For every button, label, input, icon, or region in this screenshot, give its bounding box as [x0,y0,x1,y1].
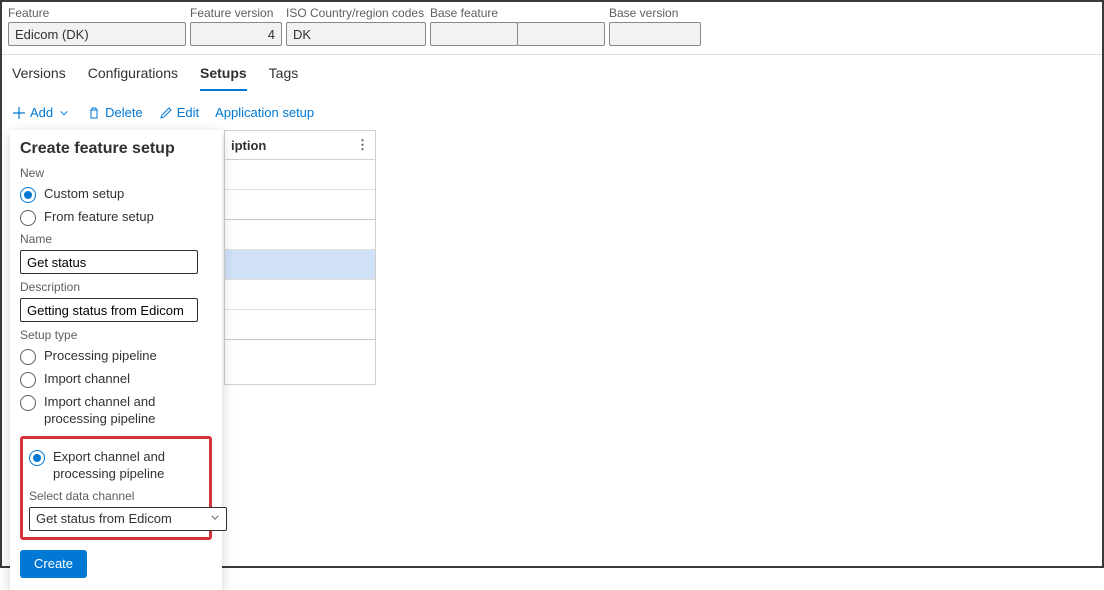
description-label: Description [20,280,212,294]
name-label: Name [20,232,212,246]
create-button[interactable]: Create [20,550,87,578]
column-menu-icon[interactable]: ⋮ [356,137,369,153]
table-row[interactable] [225,340,375,384]
field-feature: Feature [8,6,186,46]
grid-header-label: iption [231,138,266,153]
radio-label: Import channel and processing pipeline [44,394,212,428]
tabs: Versions Configurations Setups Tags [2,55,1102,91]
radio-label: Import channel [44,371,130,388]
add-label: Add [30,105,53,120]
name-input[interactable] [20,250,198,274]
field-label-base-version: Base version [609,6,701,20]
table-row[interactable] [225,250,375,280]
description-input[interactable] [20,298,198,322]
trash-icon [87,106,101,120]
tab-setups[interactable]: Setups [200,65,247,91]
radio-icon [20,395,36,411]
edit-button[interactable]: Edit [159,105,199,120]
base-version-input[interactable] [609,22,701,46]
feature-input[interactable] [8,22,186,46]
select-channel-label: Select data channel [29,489,203,503]
header-fields: Feature Feature version ISO Country/regi… [2,2,1102,55]
highlighted-section: Export channel and processing pipeline S… [20,436,212,540]
table-row[interactable] [225,310,375,340]
field-iso: ISO Country/region codes [286,6,426,46]
radio-custom-setup[interactable]: Custom setup [20,186,212,203]
chevron-down-icon [57,106,71,120]
radio-processing-pipeline[interactable]: Processing pipeline [20,348,212,365]
radio-from-feature-setup[interactable]: From feature setup [20,209,212,226]
field-base-version: Base version [609,6,701,46]
pencil-icon [159,106,173,120]
tab-tags[interactable]: Tags [269,65,299,91]
field-base-feature: Base feature [430,6,605,46]
field-label-feature: Feature [8,6,186,20]
grid-header: iption ⋮ [225,130,375,160]
application-setup-button[interactable]: Application setup [215,105,314,120]
edit-label: Edit [177,105,199,120]
tab-versions[interactable]: Versions [12,65,66,91]
radio-label: Processing pipeline [44,348,157,365]
radio-label: Custom setup [44,186,124,203]
plus-icon [12,106,26,120]
radio-label: Export channel and processing pipeline [53,449,203,483]
setup-type-label: Setup type [20,328,212,342]
tab-configurations[interactable]: Configurations [88,65,178,91]
select-value: Get status from Edicom [36,511,172,526]
new-label: New [20,166,212,180]
feature-version-input[interactable] [190,22,282,46]
delete-label: Delete [105,105,143,120]
field-label-version: Feature version [190,6,282,20]
chevron-down-icon [210,512,220,525]
radio-label: From feature setup [44,209,154,226]
radio-icon [20,187,36,203]
radio-icon [29,450,45,466]
field-label-base: Base feature [430,6,605,20]
table-row[interactable] [225,220,375,250]
application-setup-label: Application setup [215,105,314,120]
field-feature-version: Feature version [190,6,282,46]
radio-import-channel[interactable]: Import channel [20,371,212,388]
radio-icon [20,349,36,365]
grid: iption ⋮ [224,130,376,385]
table-row[interactable] [225,190,375,220]
create-feature-setup-flyout: Create feature setup New Custom setup Fr… [10,130,222,590]
delete-button[interactable]: Delete [87,105,143,120]
toolbar: Add Delete Edit Application setup [2,91,1102,130]
flyout-title: Create feature setup [20,140,212,158]
field-label-iso: ISO Country/region codes [286,6,426,20]
data-channel-select[interactable]: Get status from Edicom [29,507,227,531]
table-row[interactable] [225,160,375,190]
add-button[interactable]: Add [12,105,71,120]
radio-icon [20,372,36,388]
table-row[interactable] [225,280,375,310]
radio-export-processing[interactable]: Export channel and processing pipeline [29,449,203,483]
base-feature-input-2[interactable] [517,22,605,46]
radio-icon [20,210,36,226]
radio-import-processing[interactable]: Import channel and processing pipeline [20,394,212,428]
iso-input[interactable] [286,22,426,46]
base-feature-input-1[interactable] [430,22,518,46]
